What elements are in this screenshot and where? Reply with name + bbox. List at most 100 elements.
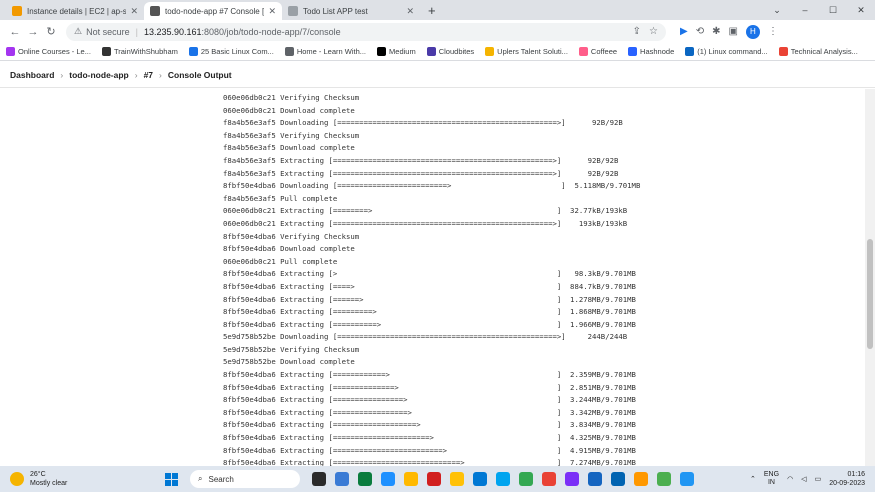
bookmark-favicon-icon bbox=[485, 47, 495, 56]
bookmark-item[interactable]: TrainWithShubham bbox=[101, 47, 178, 56]
bookmark-label: Medium bbox=[389, 47, 416, 56]
reload-icon[interactable]: ↻ bbox=[42, 25, 60, 38]
browser-tab[interactable]: Todo List APP test ✕ bbox=[282, 2, 420, 20]
scrollbar-thumb[interactable] bbox=[867, 239, 873, 349]
browser-tab[interactable]: Instance details | EC2 | ap-south✕ bbox=[6, 2, 144, 20]
breadcrumb-item[interactable]: Dashboard bbox=[10, 70, 54, 80]
bookmark-item[interactable]: Hashnode bbox=[628, 47, 674, 56]
taskbar-app-icon[interactable] bbox=[473, 472, 487, 486]
moon-weather-icon bbox=[10, 472, 24, 486]
window-controls: ⌄ – ☐ ✕ bbox=[763, 0, 875, 20]
warning-icon[interactable]: ⚠ bbox=[74, 26, 82, 37]
breadcrumb-item[interactable]: #7 bbox=[144, 70, 153, 80]
tab-close-icon[interactable]: ✕ bbox=[406, 6, 414, 17]
console-line: 060e06db0c21 Extracting [========> ] 32.… bbox=[223, 206, 628, 216]
forward-icon[interactable]: → bbox=[24, 26, 42, 38]
console-line: f8a4b56e3af5 Download complete bbox=[223, 143, 355, 153]
bookmark-favicon-icon bbox=[426, 47, 436, 56]
close-icon[interactable]: ✕ bbox=[847, 0, 875, 20]
url-path: :8080/job/todo-node-app/7/console bbox=[201, 26, 341, 37]
taskbar: 26°C Mostly clear ⌕ Search ⌃ ENG IN ◠ ◁ … bbox=[0, 466, 875, 492]
bookmark-item[interactable]: Online Courses - Le... bbox=[6, 47, 91, 56]
taskbar-app-icon[interactable] bbox=[358, 472, 372, 486]
bookmark-item[interactable]: (1) Linux command... bbox=[685, 47, 768, 56]
taskbar-app-icon[interactable] bbox=[427, 472, 441, 486]
browser-tab[interactable]: todo-node-app #7 Console [Jen✕ bbox=[144, 2, 282, 20]
clock-date: 20-09-2023 bbox=[829, 480, 865, 487]
media-icon[interactable]: ▶ bbox=[680, 26, 688, 37]
language-indicator[interactable]: ENG IN bbox=[764, 471, 779, 487]
bookmark-item[interactable]: Cloudbites bbox=[426, 47, 474, 56]
bookmark-label: Coffeee bbox=[590, 47, 618, 56]
taskbar-app-icon[interactable] bbox=[565, 472, 579, 486]
bookmark-favicon-icon bbox=[778, 47, 788, 56]
console-line: f8a4b56e3af5 Downloading [==============… bbox=[223, 118, 623, 128]
bookmark-label: Uplers Talent Soluti... bbox=[497, 47, 568, 56]
taskbar-app-icon[interactable] bbox=[450, 472, 464, 486]
console-line: 060e06db0c21 Pull complete bbox=[223, 256, 338, 266]
search-icon: ⌕ bbox=[198, 474, 203, 483]
tab-close-icon[interactable]: ✕ bbox=[268, 6, 276, 17]
console-line: 8fbf50e4dba6 Extracting [===============… bbox=[223, 420, 636, 430]
puzzle-icon[interactable]: ✱ bbox=[712, 26, 720, 37]
console-line: 8fbf50e4dba6 Extracting [===============… bbox=[223, 407, 636, 417]
maximize-icon[interactable]: ☐ bbox=[819, 0, 847, 20]
chevron-up-icon[interactable]: ⌃ bbox=[750, 475, 756, 483]
lang-primary: ENG bbox=[763, 471, 780, 478]
separator: | bbox=[135, 26, 138, 37]
bookmark-item[interactable]: Technical Analysis... bbox=[778, 47, 858, 56]
wifi-icon[interactable]: ◠ bbox=[787, 475, 793, 483]
tab-title: Instance details | EC2 | ap-south bbox=[27, 6, 127, 16]
battery-icon[interactable]: ▭ bbox=[815, 475, 822, 483]
system-tray: ⌃ ENG IN ◠ ◁ ▭ 01:16 20-09-2023 bbox=[750, 470, 875, 488]
bookmark-item[interactable]: Medium bbox=[377, 47, 416, 56]
taskbar-search[interactable]: ⌕ Search bbox=[190, 470, 300, 488]
windows-start-icon[interactable] bbox=[165, 472, 178, 486]
bookmark-item[interactable]: Home - Learn With... bbox=[284, 47, 367, 56]
taskbar-app-icon[interactable] bbox=[335, 472, 349, 486]
bookmark-star-icon[interactable]: ☆ bbox=[649, 26, 658, 37]
console-line: 8fbf50e4dba6 Verifying Checksum bbox=[223, 231, 360, 241]
share-icon[interactable]: ⇪ bbox=[633, 26, 641, 37]
chevron-down-icon[interactable]: ⌄ bbox=[763, 0, 791, 20]
bookmark-label: Home - Learn With... bbox=[296, 47, 367, 56]
taskbar-app-icon[interactable] bbox=[404, 472, 418, 486]
taskbar-app-icon[interactable] bbox=[634, 472, 648, 486]
bookmark-item[interactable]: Uplers Talent Soluti... bbox=[485, 47, 568, 56]
menu-icon[interactable]: ⋮ bbox=[768, 26, 778, 37]
tab-close-icon[interactable]: ✕ bbox=[130, 6, 138, 17]
breadcrumb-item[interactable]: todo-node-app bbox=[69, 70, 128, 80]
translate-icon[interactable]: ⟲ bbox=[696, 26, 704, 37]
taskbar-app-icon[interactable] bbox=[542, 472, 556, 486]
new-tab-button[interactable]: + bbox=[420, 2, 444, 20]
avatar[interactable]: H bbox=[745, 24, 760, 39]
bookmark-label: 25 Basic Linux Com... bbox=[200, 47, 274, 56]
weather-widget[interactable]: 26°C Mostly clear bbox=[0, 470, 160, 488]
console-line: 8fbf50e4dba6 Extracting [===============… bbox=[223, 395, 636, 405]
weather-condition: Mostly clear bbox=[30, 480, 68, 487]
bookmark-item[interactable]: 25 Basic Linux Com... bbox=[188, 47, 274, 56]
speaker-icon[interactable]: ◁ bbox=[801, 475, 806, 483]
bookmark-favicon-icon bbox=[685, 47, 695, 56]
breadcrumb: Dashboard › todo-node-app › #7 › Console Outpu… bbox=[0, 62, 875, 88]
bookmark-label: TrainWithShubham bbox=[113, 47, 178, 56]
taskbar-app-icon[interactable] bbox=[519, 472, 533, 486]
console-line: 8fbf50e4dba6 Extracting [====> ] 884.7kB… bbox=[223, 281, 636, 291]
taskbar-app-icon[interactable] bbox=[588, 472, 602, 486]
bookmark-item[interactable]: Coffeee bbox=[578, 47, 618, 56]
breadcrumb-item[interactable]: Console Output bbox=[168, 70, 232, 80]
scrollbar[interactable] bbox=[865, 89, 875, 466]
back-icon[interactable]: ← bbox=[6, 26, 24, 38]
taskbar-app-icon[interactable] bbox=[381, 472, 395, 486]
clock[interactable]: 01:16 20-09-2023 bbox=[829, 470, 865, 488]
minimize-icon[interactable]: – bbox=[791, 0, 819, 20]
chevron-right-icon: › bbox=[60, 69, 64, 80]
sidebar-icon[interactable]: ▣ bbox=[728, 26, 737, 37]
taskbar-app-icon[interactable] bbox=[611, 472, 625, 486]
taskbar-app-icon[interactable] bbox=[496, 472, 510, 486]
taskbar-app-icon[interactable] bbox=[680, 472, 694, 486]
console-line: 8fbf50e4dba6 Extracting [============> ]… bbox=[223, 370, 636, 380]
taskbar-app-icon[interactable] bbox=[312, 472, 326, 486]
address-bar[interactable]: ⚠ Not secure | 13.235.90.161 :8080/job/t… bbox=[66, 22, 666, 41]
taskbar-app-icon[interactable] bbox=[657, 472, 671, 486]
